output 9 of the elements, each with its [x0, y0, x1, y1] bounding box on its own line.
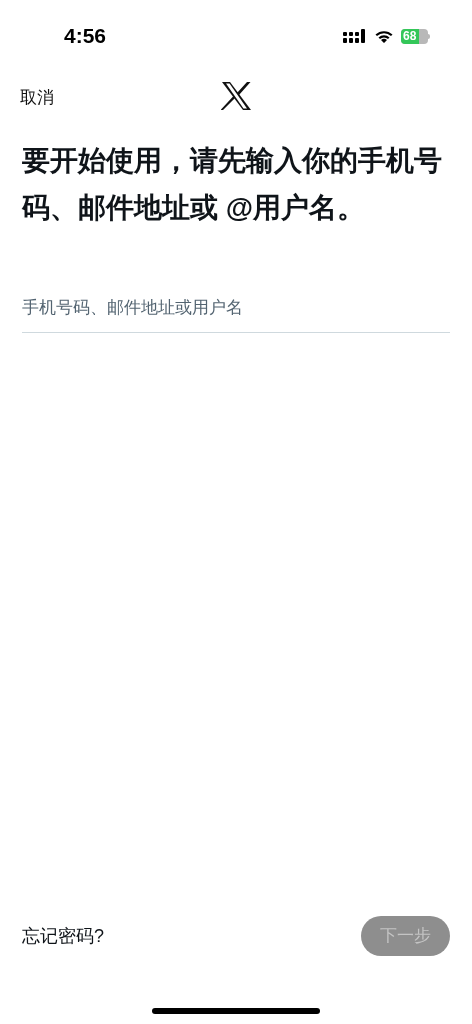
x-logo-icon	[221, 82, 252, 110]
forgot-password-link[interactable]: 忘记密码?	[22, 922, 104, 950]
account-input-field[interactable]: 手机号码、邮件地址或用户名	[22, 283, 450, 333]
page-heading: 要开始使用，请先输入你的手机号码、邮件地址或 @用户名。	[21, 144, 443, 225]
wifi-icon	[374, 28, 394, 44]
signal-icon	[343, 28, 367, 44]
status-time: 4:56	[64, 23, 107, 50]
cancel-button[interactable]: 取消	[20, 84, 54, 111]
battery-icon: 68	[401, 28, 430, 44]
